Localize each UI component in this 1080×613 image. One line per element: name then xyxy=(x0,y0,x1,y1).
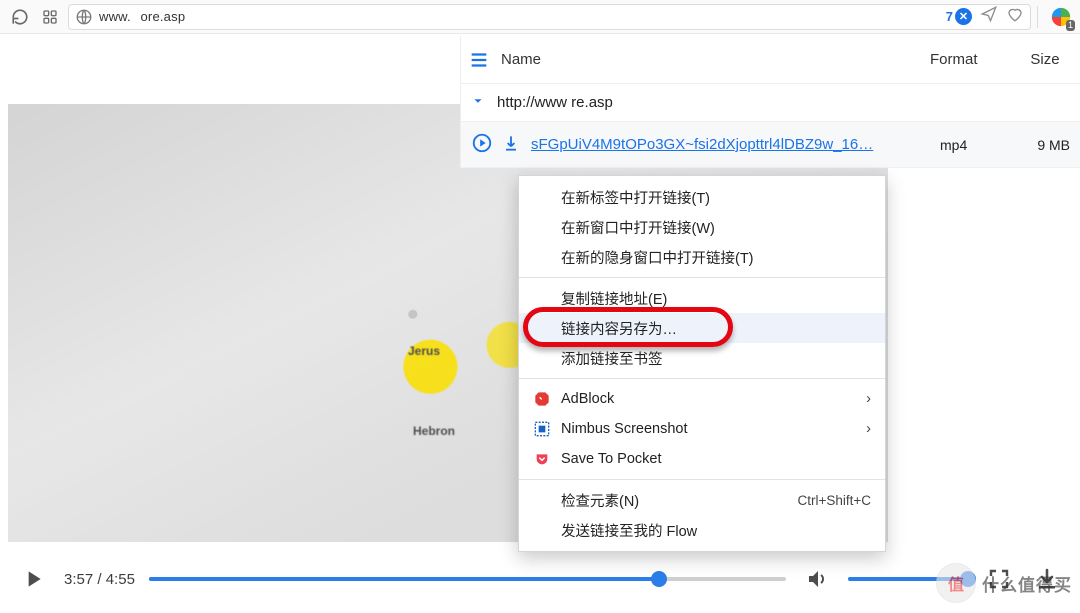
map-label-jerusalem: Jerus xyxy=(408,344,440,358)
extension-pinwheel-icon[interactable]: 1 xyxy=(1050,6,1072,28)
download-panel-header: Name Format Size xyxy=(461,36,1080,84)
download-file-format: mp4 xyxy=(940,137,1000,153)
ctx-separator xyxy=(519,277,885,278)
video-player-controls: 3:57 / 4:55 xyxy=(8,545,1072,613)
download-file-row[interactable]: sFGpUiV4M9tOPo3GX~fsi2dXjopttrl4lDBZ9w_1… xyxy=(461,122,1080,168)
col-format[interactable]: Format xyxy=(930,51,1010,68)
apps-grid-icon[interactable] xyxy=(38,5,62,29)
url-text: www. ore.asp xyxy=(99,9,185,24)
col-name[interactable]: Name xyxy=(497,51,930,68)
watermark-logo: 值 xyxy=(936,563,976,603)
panel-menu-icon[interactable] xyxy=(461,44,497,76)
reload-button[interactable] xyxy=(8,5,32,29)
ctx-pocket[interactable]: Save To Pocket xyxy=(519,444,885,474)
download-panel: Name Format Size http://www ﻿re.asp sFGp… xyxy=(460,36,1080,168)
extension-badge: 1 xyxy=(1066,20,1075,31)
download-group-row[interactable]: http://www ﻿re.asp xyxy=(461,84,1080,122)
download-count-badge[interactable]: 7 ✕ xyxy=(946,8,972,25)
adblock-icon xyxy=(533,390,551,408)
chevron-down-icon xyxy=(471,94,487,111)
download-file-size: 9 MB xyxy=(1010,137,1070,153)
ctx-separator xyxy=(519,479,885,480)
seek-bar[interactable] xyxy=(149,577,786,581)
browser-toolbar: www. ore.asp 7 ✕ 1 xyxy=(0,0,1080,34)
ctx-copy-link[interactable]: 复制链接地址(E) xyxy=(519,283,885,313)
globe-icon xyxy=(75,8,93,26)
volume-button[interactable] xyxy=(800,562,834,596)
toolbar-divider xyxy=(1037,6,1038,28)
watermark-text: 什么值得买 xyxy=(982,571,1072,596)
ctx-nimbus[interactable]: Nimbus Screenshot› xyxy=(519,414,885,444)
ctx-open-new-window[interactable]: 在新窗口中打开链接(W) xyxy=(519,212,885,242)
col-size[interactable]: Size xyxy=(1010,51,1080,68)
download-arrow-icon[interactable] xyxy=(501,133,521,156)
ctx-send-flow[interactable]: 发送链接至我的 Flow xyxy=(519,515,885,545)
ctx-open-new-tab[interactable]: 在新标签中打开链接(T) xyxy=(519,182,885,212)
address-bar[interactable]: www. ore.asp 7 ✕ xyxy=(68,4,1031,30)
map-label-hebron: Hebron xyxy=(413,424,455,438)
ctx-open-incognito[interactable]: 在新的隐身窗口中打开链接(T) xyxy=(519,242,885,272)
play-circle-icon[interactable] xyxy=(471,132,491,157)
download-group-label: http://www ﻿re.asp xyxy=(497,94,1070,111)
download-file-label: sFGpUiV4M9tOPo3GX~fsi2dXjopttrl4lDBZ9w_1… xyxy=(531,136,930,153)
ctx-inspect[interactable]: 检查元素(N)Ctrl+Shift+C xyxy=(519,485,885,515)
context-menu: 在新标签中打开链接(T) 在新窗口中打开链接(W) 在新的隐身窗口中打开链接(T… xyxy=(518,175,886,552)
heart-icon[interactable] xyxy=(1006,5,1024,28)
nimbus-icon xyxy=(533,420,551,438)
pocket-icon xyxy=(533,450,551,468)
ctx-save-link-as[interactable]: 链接内容另存为… xyxy=(519,313,885,343)
ctx-bookmark-link[interactable]: 添加链接至书签 xyxy=(519,343,885,373)
play-button[interactable] xyxy=(16,562,50,596)
ctx-adblock[interactable]: AdBlock› xyxy=(519,384,885,414)
send-icon[interactable] xyxy=(980,5,998,28)
time-display: 3:57 / 4:55 xyxy=(64,571,135,588)
watermark: 值 什么值得买 xyxy=(936,563,1072,603)
ctx-separator xyxy=(519,378,885,379)
